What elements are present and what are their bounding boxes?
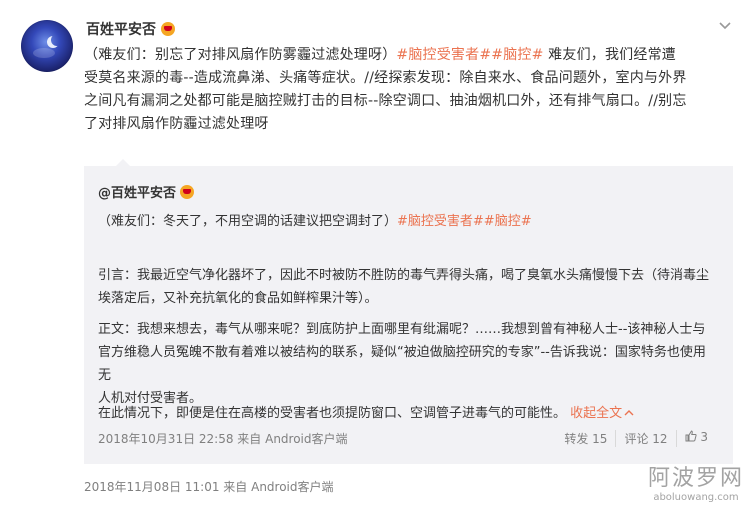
crown-badge-icon — [161, 22, 175, 36]
thumbs-up-icon — [685, 430, 697, 442]
comment-button[interactable]: 评论 12 — [615, 430, 675, 447]
repost-pointer — [116, 159, 130, 166]
repost-paragraph-body: 正文：我想来想去，毒气从哪来呢？到底防护上面哪里有纰漏呢？……我想到曾有神秘人士… — [98, 318, 718, 410]
post-timestamp[interactable]: 2018年11月08日 11:01 来自 Android客户端 — [84, 478, 334, 495]
post-author: 百姓平安否 — [86, 19, 175, 39]
post-text: （难友们：别忘了对排风扇作防雾霾过滤处理呀） — [84, 47, 397, 63]
avatar-glow — [33, 48, 55, 58]
repost-button[interactable]: 转发 15 — [556, 430, 615, 447]
chevron-down-icon[interactable] — [718, 18, 732, 32]
repost-line: 引言：我最近空气净化器坏了，因此不时被防不胜防的毒气弄得头痛，喝了臭氧水头痛慢慢… — [98, 268, 710, 283]
post-body: （难友们：别忘了对排风扇作防雾霾过滤处理呀）#脑控受害者##脑控# 难友们，我们… — [84, 44, 734, 136]
repost-card: @百姓平安否 （难友们：冬天了，不用空调的话建议把空调封了）#脑控受害者##脑控… — [84, 159, 733, 464]
site-watermark: 阿波罗网 aboluowang.com — [648, 466, 744, 504]
hashtag-link[interactable]: #脑控受害者##脑控# — [397, 214, 532, 229]
collapse-label: 收起全文 — [570, 406, 623, 421]
repost-paragraph-intro: 引言：我最近空气净化器坏了，因此不时被防不胜防的毒气弄得头痛，喝了臭氧水头痛慢慢… — [98, 264, 718, 310]
repost-author: @百姓平安否 — [98, 182, 195, 201]
like-button[interactable]: 3 — [675, 430, 716, 447]
repost-line: 正文：我想来想去，毒气从哪来呢？到底防护上面哪里有纰漏呢？……我想到曾有神秘人士… — [98, 322, 706, 337]
repost-text-segment: （难友们：冬天了，不用空调的话建议把空调封了） — [98, 214, 398, 229]
repost-actions: 转发 15 评论 12 3 — [556, 430, 716, 447]
crown-badge-icon — [180, 184, 195, 199]
repost-author-name[interactable]: @百姓平安否 — [98, 182, 176, 201]
watermark-title: 阿波罗网 — [648, 466, 745, 491]
post-line: （难友们：别忘了对排风扇作防雾霾过滤处理呀）#脑控受害者##脑控# 难友们，我们… — [84, 44, 734, 67]
post-line: 了对排风扇作防霾过滤处理呀 — [84, 116, 269, 132]
repost-line: 在此情况下，即便是住在高楼的受害者也须提防窗口、空调管子进毒气的可能性。 — [98, 406, 567, 421]
post-line: 之间凡有漏洞之处都可能是脑控贼打击的目标--除空调口、抽油烟机口外，还有排气扇口… — [84, 93, 687, 109]
post-text: 难友们，我们经常遭 — [543, 47, 676, 63]
repost-line: 埃落定后，又补充抗氧化的食品如鲜榨果汁等）。 — [98, 291, 378, 306]
repost-line: 官方维稳人员冤魄不散有着难以被结构的联系，疑似“被迫做脑控研究的专家”--告诉我… — [98, 345, 706, 383]
repost-timestamp[interactable]: 2018年10月31日 22:58 来自 Android客户端 — [98, 430, 348, 447]
repost-text: （难友们：冬天了，不用空调的话建议把空调封了）#脑控受害者##脑控# — [98, 210, 718, 233]
post-line: 受莫名来源的毒--造成流鼻涕、头痛等症状。//经探索发现：除自来水、食品问题外，… — [84, 70, 687, 86]
avatar[interactable] — [21, 20, 73, 72]
like-count: 3 — [700, 430, 708, 444]
moon-graphic — [51, 34, 63, 46]
collapse-full-text-link[interactable]: 收起全文 — [570, 406, 634, 421]
chevron-up-icon — [624, 410, 634, 416]
hashtag-link[interactable]: #脑控受害者##脑控# — [396, 47, 543, 63]
author-name[interactable]: 百姓平安否 — [86, 19, 156, 39]
repost-paragraph-end: 在此情况下，即便是住在高楼的受害者也须提防窗口、空调管子进毒气的可能性。 收起全… — [98, 402, 718, 425]
watermark-url: aboluowang.com — [653, 492, 739, 503]
